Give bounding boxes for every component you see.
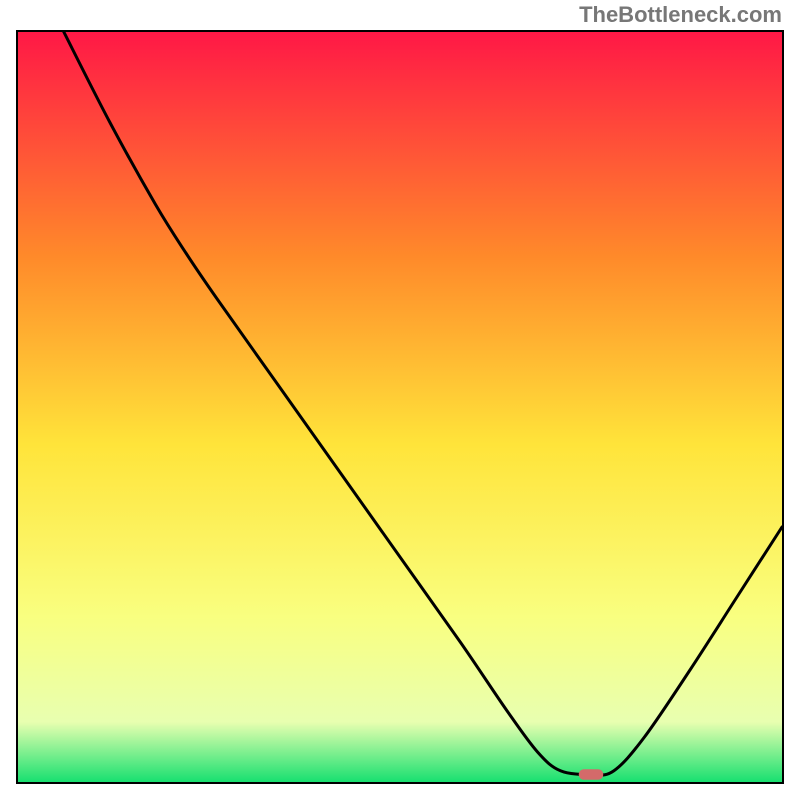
chart-frame [16,30,784,784]
gradient-background [18,32,782,782]
watermark-text: TheBottleneck.com [579,2,782,28]
optimal-marker [579,769,603,780]
chart-svg [18,32,782,782]
